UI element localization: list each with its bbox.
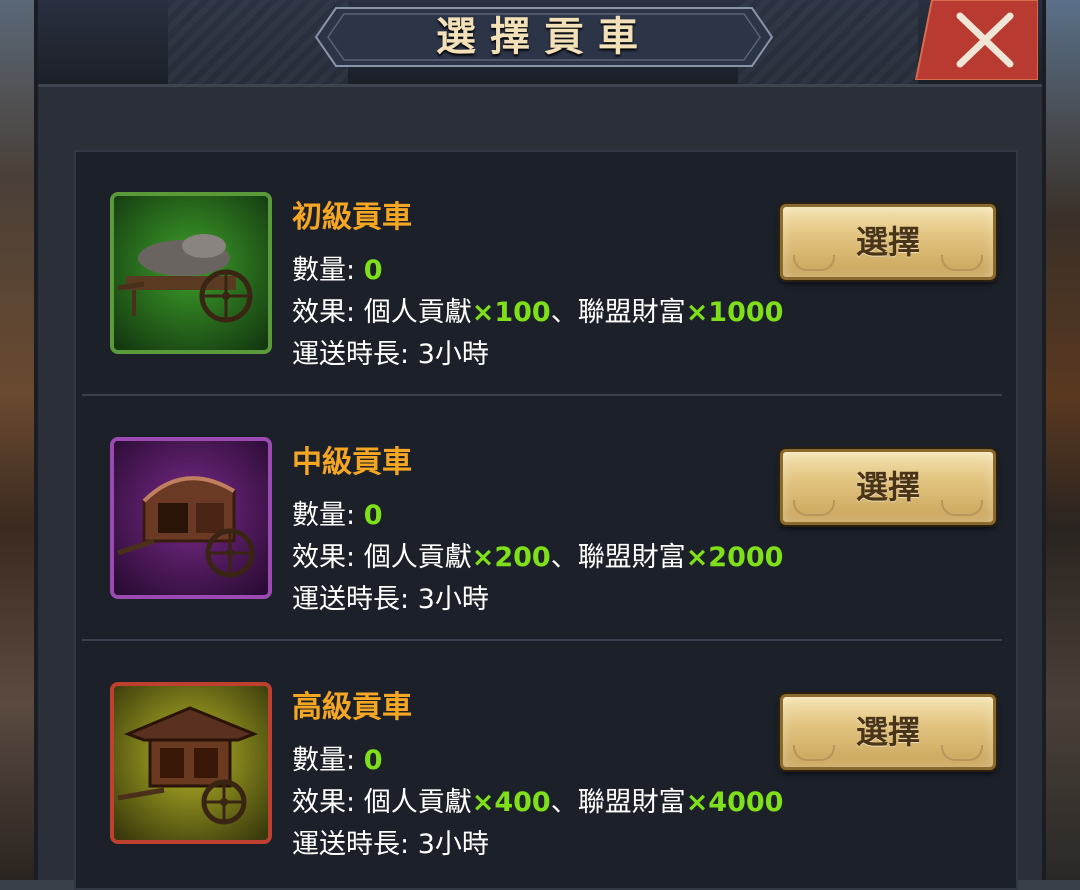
- dialog-title: 選擇貢車: [436, 13, 652, 60]
- wealth-value: ×4000: [685, 787, 784, 818]
- medium-cart-icon: [114, 441, 268, 595]
- effect-label: 效果:: [292, 787, 356, 818]
- cart-list: 初級貢車 數量: 0 效果: 個人貢獻×100、聯盟財富×1000 運送時長: …: [74, 150, 1018, 890]
- effect-line: 效果: 個人貢獻×100、聯盟財富×1000: [292, 290, 783, 329]
- duration-value: 3小時: [417, 584, 489, 615]
- wealth-label: 聯盟財富: [577, 787, 686, 818]
- select-cart-dialog: 選擇貢車 初級貢車 數量: 0 效果: 個人貢獻×100、聯盟財富×1000 運…: [34, 0, 1046, 890]
- effect-separator: 、: [550, 542, 578, 573]
- quantity-label: 數量:: [292, 745, 356, 776]
- effect-separator: 、: [550, 297, 578, 328]
- quantity-label: 數量:: [292, 500, 356, 531]
- dialog-header: 選擇貢車: [38, 0, 1042, 87]
- cart-name: 高級貢車: [292, 690, 412, 725]
- duration-value: 3小時: [417, 829, 489, 860]
- contribution-label: 個人貢獻: [363, 297, 472, 328]
- select-button-label: 選擇: [855, 223, 920, 261]
- title-plate: 選擇貢車: [314, 6, 774, 68]
- quantity-line: 數量: 0: [292, 493, 383, 532]
- quantity-line: 數量: 0: [292, 738, 383, 777]
- wealth-label: 聯盟財富: [577, 297, 686, 328]
- effect-line: 效果: 個人貢獻×200、聯盟財富×2000: [292, 535, 783, 574]
- select-button-basic[interactable]: 選擇: [780, 204, 996, 280]
- duration-label: 運送時長:: [292, 829, 410, 860]
- select-button-label: 選擇: [855, 468, 920, 506]
- advanced-cart-icon: [114, 686, 268, 840]
- duration-label: 運送時長:: [292, 339, 410, 370]
- duration-line: 運送時長: 3小時: [292, 332, 489, 371]
- select-button-medium[interactable]: 選擇: [780, 449, 996, 525]
- effect-separator: 、: [550, 787, 578, 818]
- cart-row-medium: 中級貢車 數量: 0 效果: 個人貢獻×200、聯盟財富×2000 運送時長: …: [82, 397, 1008, 643]
- cart-thumbnail-basic: [110, 192, 272, 354]
- cart-row-advanced: 高級貢車 數量: 0 效果: 個人貢獻×400、聯盟財富×4000 運送時長: …: [82, 642, 1008, 888]
- wealth-label: 聯盟財富: [577, 542, 686, 573]
- contribution-value: ×200: [471, 542, 551, 573]
- effect-label: 效果:: [292, 542, 356, 573]
- duration-label: 運送時長:: [292, 584, 410, 615]
- close-button[interactable]: [910, 0, 1038, 80]
- quantity-value: 0: [363, 255, 383, 286]
- quantity-line: 數量: 0: [292, 248, 383, 287]
- wealth-value: ×1000: [685, 297, 784, 328]
- quantity-value: 0: [363, 745, 383, 776]
- select-button-advanced[interactable]: 選擇: [780, 694, 996, 770]
- wealth-value: ×2000: [685, 542, 784, 573]
- contribution-label: 個人貢獻: [363, 542, 472, 573]
- close-icon: [914, 0, 1038, 80]
- select-button-label: 選擇: [855, 713, 920, 751]
- row-divider: [82, 639, 1002, 641]
- duration-value: 3小時: [417, 339, 489, 370]
- quantity-value: 0: [363, 500, 383, 531]
- basic-cart-icon: [114, 196, 268, 350]
- cart-thumbnail-advanced: [110, 682, 272, 844]
- row-divider: [82, 394, 1002, 396]
- cart-thumbnail-medium: [110, 437, 272, 599]
- effect-line: 效果: 個人貢獻×400、聯盟財富×4000: [292, 780, 783, 819]
- contribution-value: ×100: [471, 297, 551, 328]
- cart-name: 中級貢車: [292, 445, 412, 480]
- cart-row-basic: 初級貢車 數量: 0 效果: 個人貢獻×100、聯盟財富×1000 運送時長: …: [82, 152, 1008, 398]
- contribution-value: ×400: [471, 787, 551, 818]
- duration-line: 運送時長: 3小時: [292, 577, 489, 616]
- effect-label: 效果:: [292, 297, 356, 328]
- cart-name: 初級貢車: [292, 200, 412, 235]
- duration-line: 運送時長: 3小時: [292, 822, 489, 861]
- contribution-label: 個人貢獻: [363, 787, 472, 818]
- quantity-label: 數量:: [292, 255, 356, 286]
